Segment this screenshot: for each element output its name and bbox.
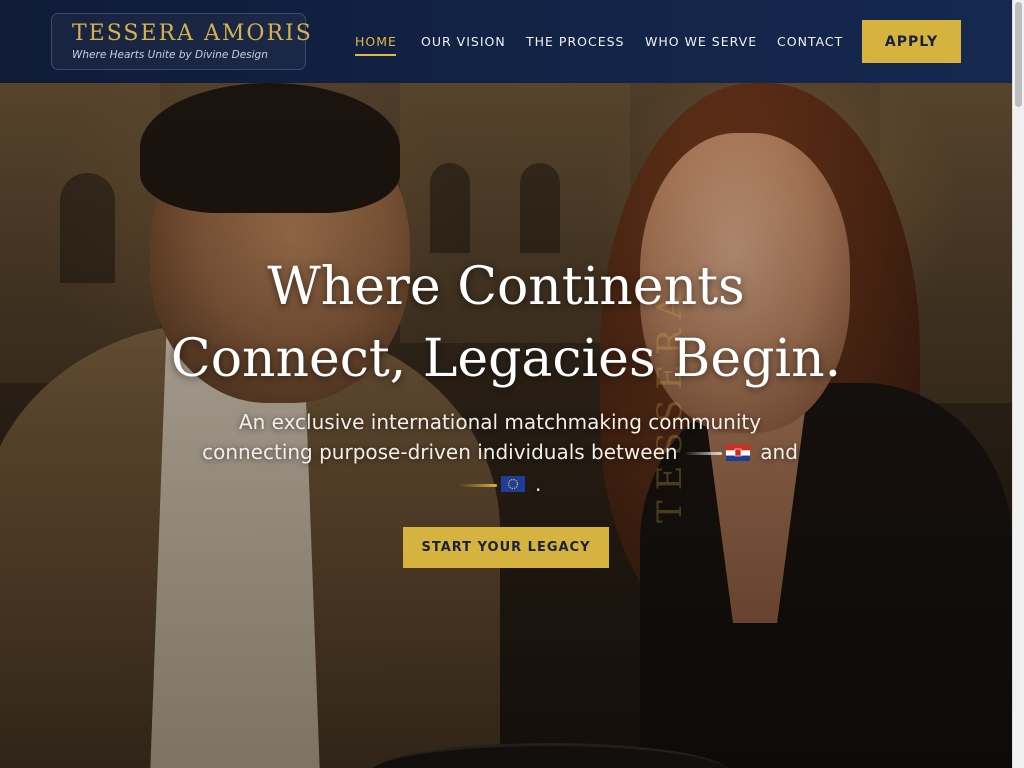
eu-flag-icon: [500, 470, 525, 500]
nav-item-who-we-serve[interactable]: WHO WE SERVE: [645, 34, 757, 49]
main-nav: HOME OUR VISION THE PROCESS WHO WE SERVE…: [0, 34, 1012, 54]
croatia-flag-icon: [725, 439, 750, 469]
start-your-legacy-button[interactable]: START YOUR LEGACY: [403, 527, 609, 568]
hero-title-line-1: Where Continents: [267, 257, 745, 317]
scrollbar-thumb[interactable]: [1015, 2, 1022, 107]
apply-button[interactable]: APPLY: [862, 20, 961, 63]
hero-title-line-2: Connect, Legacies Begin.: [170, 329, 842, 389]
page: TESSERA AMORIS Where Hearts Unite by Div…: [0, 0, 1024, 768]
flag-accent-line: [458, 483, 497, 487]
flag-accent-line: [683, 452, 722, 455]
hero-subtitle: An exclusive international matchmaking c…: [190, 407, 810, 500]
hero-subtitle-text: An exclusive international matchmaking c…: [202, 410, 762, 464]
nav-item-contact[interactable]: CONTACT: [777, 34, 843, 49]
hero-subtitle-and: and: [760, 440, 798, 464]
site-header: TESSERA AMORIS Where Hearts Unite by Div…: [0, 0, 1012, 83]
page-scrollbar[interactable]: [1012, 0, 1024, 768]
hero-title: Where Continents Connect, Legacies Begin…: [0, 251, 1012, 395]
nav-item-home[interactable]: HOME: [355, 34, 397, 49]
nav-active-underline: [355, 54, 396, 56]
hero-subtitle-end: .: [535, 471, 542, 496]
nav-item-the-process[interactable]: THE PROCESS: [526, 34, 624, 49]
nav-item-our-vision[interactable]: OUR VISION: [421, 34, 506, 49]
